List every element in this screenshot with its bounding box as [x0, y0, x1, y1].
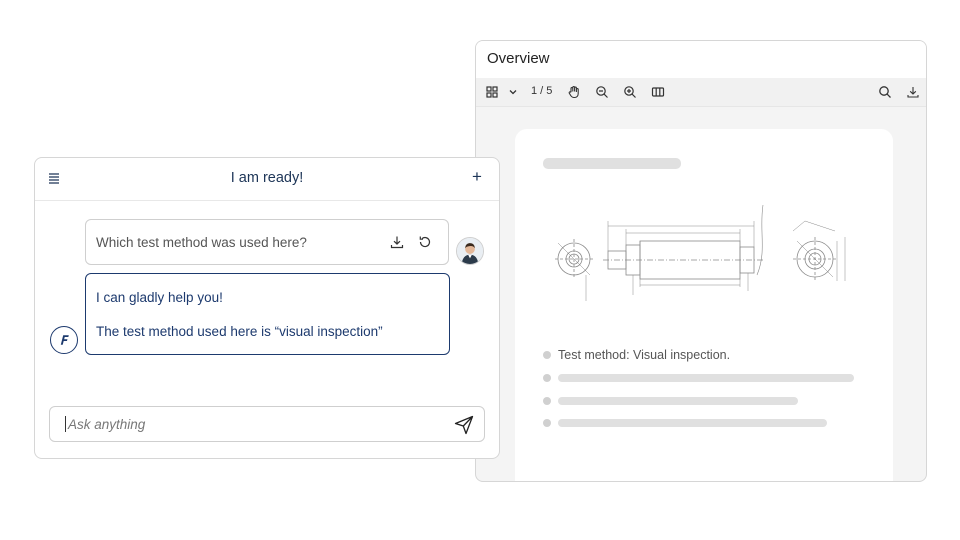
- overview-window: Overview 1 / 5 Test method: Visual inspe…: [475, 40, 927, 482]
- columns-icon[interactable]: [649, 83, 667, 101]
- search-icon[interactable]: [876, 83, 894, 101]
- download-icon[interactable]: [904, 83, 922, 101]
- chat-window: I am ready! + Which test method was used…: [34, 157, 500, 459]
- avatar: [456, 237, 484, 265]
- technical-drawing: [555, 204, 846, 301]
- refresh-icon[interactable]: [417, 234, 433, 250]
- skeleton-heading: [543, 158, 681, 169]
- bullet-1: [543, 351, 551, 359]
- hand-icon[interactable]: [565, 83, 583, 101]
- assistant-message-line: The test method used here is “visual ins…: [96, 324, 383, 339]
- chat-input-placeholder: Ask anything: [68, 417, 146, 432]
- chat-header: I am ready! +: [35, 158, 499, 201]
- viewer-toolbar: 1 / 5: [476, 78, 926, 107]
- skeleton-line: [558, 374, 854, 382]
- overview-title: Overview: [476, 41, 926, 78]
- text-cursor: [65, 416, 66, 432]
- bullet-4: [543, 419, 551, 427]
- download-icon[interactable]: [389, 234, 405, 250]
- chevron-down-icon[interactable]: [504, 83, 522, 101]
- bullet-2: [543, 374, 551, 382]
- user-message-text: Which test method was used here?: [96, 235, 307, 250]
- assistant-logo-icon: [50, 326, 78, 354]
- page-indicator: 1 / 5: [531, 85, 553, 97]
- user-message: Which test method was used here?: [85, 219, 449, 265]
- zoom-out-icon[interactable]: [593, 83, 611, 101]
- skeleton-line: [558, 419, 827, 427]
- chat-title: I am ready!: [230, 170, 304, 186]
- assistant-message: I can gladly help you! The test method u…: [85, 273, 450, 355]
- document-page: Test method: Visual inspection.: [515, 129, 893, 481]
- assistant-message-line: I can gladly help you!: [96, 290, 223, 305]
- new-chat-button[interactable]: +: [472, 168, 486, 185]
- skeleton-line: [558, 397, 798, 405]
- grid-icon[interactable]: [483, 83, 501, 101]
- zoom-in-icon[interactable]: [621, 83, 639, 101]
- chat-input[interactable]: Ask anything: [49, 406, 485, 442]
- send-icon[interactable]: [453, 414, 475, 436]
- document-bullet-text: Test method: Visual inspection.: [558, 348, 731, 362]
- bullet-3: [543, 397, 551, 405]
